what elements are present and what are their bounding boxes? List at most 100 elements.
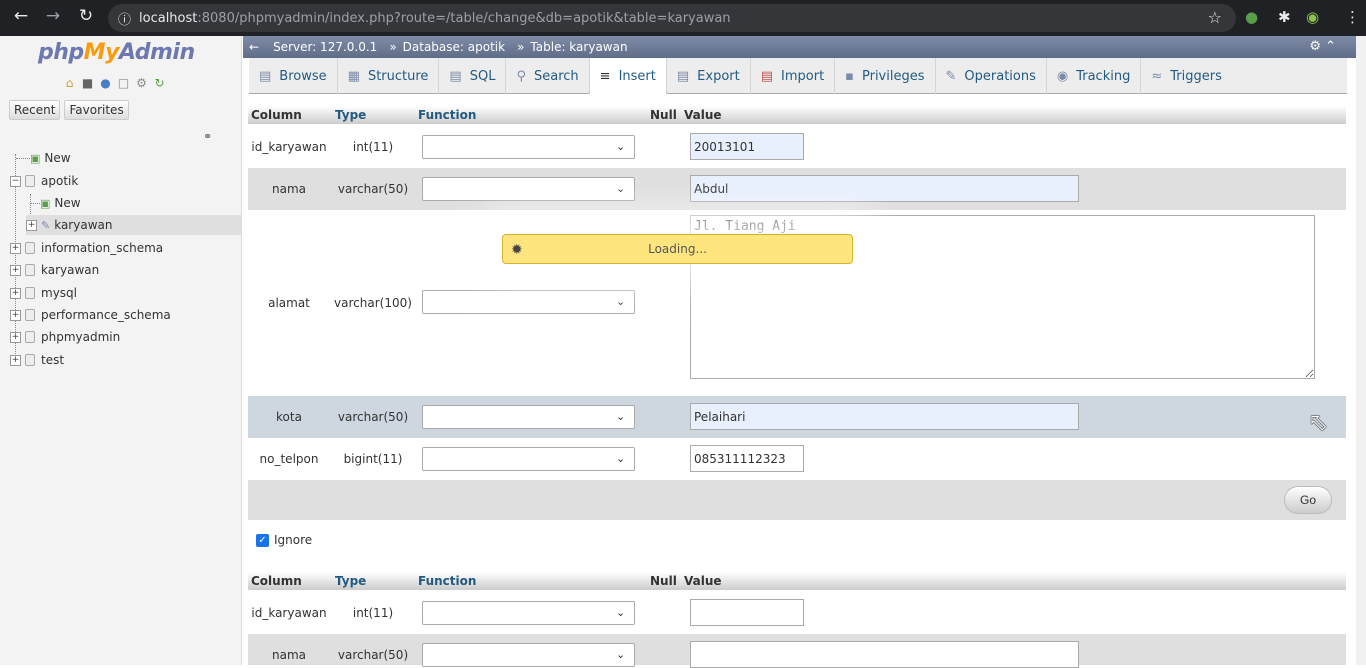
expand-icon[interactable]: + [10, 242, 21, 254]
tree-item-new[interactable]: ▣ New [14, 148, 71, 168]
collapse-nav-icon[interactable]: ← [249, 40, 259, 54]
triggers-icon: ≈ [1151, 68, 1163, 84]
import-icon: ▤ [760, 68, 774, 84]
settings-icon[interactable]: ⚙ [134, 76, 149, 91]
forward-icon[interactable]: → [38, 6, 68, 26]
tree-item-apotik-new[interactable]: ▣ New [30, 193, 81, 213]
column-type: bigint(11) [343, 452, 403, 466]
column-type: varchar(50) [337, 182, 409, 196]
export-icon: ▤ [676, 68, 690, 84]
function-select[interactable] [422, 135, 635, 159]
extension-icon[interactable]: ● [1245, 8, 1258, 26]
site-info-icon[interactable]: ⓘ [118, 9, 131, 28]
mouse-cursor-icon: ⬁ [1308, 408, 1329, 436]
tab-search[interactable]: ⚲ Search [506, 58, 590, 94]
value-input-nama[interactable] [690, 175, 1079, 202]
tab-operations[interactable]: ✎ Operations [936, 58, 1047, 94]
database-icon [25, 175, 35, 187]
docs-icon[interactable]: □ [116, 76, 131, 91]
tab-privileges[interactable]: ▪ Privileges [835, 58, 936, 94]
tab-import[interactable]: ▤ Import [751, 58, 836, 94]
value-input-no-telpon[interactable] [690, 445, 804, 472]
link-chain-icon[interactable]: ⚭ [203, 130, 212, 143]
favorites-tab[interactable]: Favorites [64, 100, 129, 120]
go-button[interactable]: Go [1284, 486, 1332, 514]
address-bar[interactable]: ⓘ localhost:8080/phpmyadmin/index.php?ro… [108, 4, 1236, 32]
tree-item-apotik[interactable]: − apotik [10, 171, 78, 191]
function-select[interactable] [422, 601, 635, 625]
phpmyadmin-logo[interactable]: phpMyAdmin [38, 40, 195, 65]
tab-insert[interactable]: ≡ Insert [589, 58, 667, 94]
tree-item-information-schema[interactable]: + information_schema [10, 238, 163, 258]
tab-structure[interactable]: ▦ Structure [338, 58, 440, 94]
menu-kebab-icon[interactable]: ⋮ [1345, 8, 1360, 26]
breadcrumb-database[interactable]: Database: apotik [403, 40, 505, 54]
logout-icon[interactable]: ■ [80, 76, 95, 91]
tab-tracking[interactable]: ◉ Tracking [1047, 58, 1142, 94]
collapse-icon[interactable]: − [10, 175, 21, 187]
home-icon[interactable]: ⌂ [62, 76, 77, 91]
breadcrumb-server[interactable]: Server: 127.0.0.1 [273, 40, 377, 54]
new-db-icon: ▣ [30, 151, 41, 165]
tree-item-performance-schema[interactable]: + performance_schema [10, 305, 171, 325]
column-type: varchar(50) [337, 410, 409, 424]
expand-icon[interactable]: + [10, 309, 21, 321]
table-row: no_telpon bigint(11) ⌄ [248, 438, 1346, 480]
go-bar: Go [248, 480, 1346, 520]
navigation-panel: phpMyAdmin ⌂ ■ ● □ ⚙ ↻ Recent Favorites … [0, 36, 242, 665]
function-select[interactable] [422, 447, 635, 471]
url-path: :8080/phpmyadmin/index.php?route=/table/… [197, 10, 731, 26]
tab-browse[interactable]: ▤ Browse [249, 58, 338, 94]
database-icon [25, 264, 35, 276]
help-icon[interactable]: ● [98, 76, 113, 91]
ignore-option[interactable]: ✓ Ignore [256, 533, 312, 547]
value-input-kota[interactable] [690, 403, 1079, 430]
value-input-id-karyawan[interactable] [690, 133, 804, 160]
ignore-checkbox[interactable]: ✓ [256, 533, 269, 547]
puzzle-extensions-icon[interactable]: ✱ [1278, 8, 1291, 26]
expand-icon[interactable]: + [10, 287, 21, 299]
breadcrumb-table[interactable]: Table: karyawan [530, 40, 627, 54]
tab-triggers[interactable]: ≈ Triggers [1141, 58, 1232, 94]
page-settings-icon[interactable]: ⚙ ⌃ [1309, 39, 1336, 54]
main-content: ← Server: 127.0.0.1 » Database: apotik »… [243, 36, 1366, 668]
tree-item-test[interactable]: + test [10, 350, 64, 370]
column-name: nama [271, 648, 306, 662]
tab-sql[interactable]: ▤ SQL [439, 58, 507, 94]
table-row: nama varchar(50) ⌄ [248, 168, 1346, 210]
loading-text: Loading... [648, 242, 707, 256]
insert-icon: ≡ [599, 68, 611, 84]
expand-icon[interactable]: + [10, 264, 21, 276]
ignore-label: Ignore [274, 533, 313, 547]
reload-nav-icon[interactable]: ↻ [152, 76, 167, 91]
reload-icon[interactable]: ↻ [71, 6, 101, 26]
tree-item-mysql[interactable]: + mysql [10, 283, 77, 303]
tree-item-phpmyadmin[interactable]: + phpmyadmin [10, 327, 120, 347]
tree-item-karyawan-db[interactable]: + karyawan [10, 260, 99, 280]
recent-tab[interactable]: Recent [9, 100, 61, 120]
expand-icon[interactable]: + [10, 354, 21, 366]
profile-avatar-icon[interactable]: ◉ [1306, 8, 1319, 26]
function-select[interactable] [422, 405, 635, 429]
database-icon [25, 309, 35, 321]
back-icon[interactable]: ← [6, 6, 36, 26]
tree-item-karyawan-table[interactable]: + ✎ karyawan [26, 215, 241, 235]
table-icon: ✎ [41, 218, 51, 232]
database-icon [25, 287, 35, 299]
function-select[interactable] [422, 643, 635, 667]
operations-icon: ✎ [945, 68, 957, 84]
value-input-nama-2[interactable] [690, 641, 1079, 668]
expand-icon[interactable]: + [26, 219, 37, 231]
bookmark-star-icon[interactable]: ☆ [1208, 8, 1222, 27]
tab-export[interactable]: ▤ Export [667, 58, 751, 94]
page-scrollbar[interactable] [1356, 36, 1366, 665]
database-icon [25, 331, 35, 343]
table-row: id_karyawan int(11) ⌄ [248, 592, 1346, 634]
column-name: no_telpon [259, 452, 319, 466]
function-select[interactable] [422, 177, 635, 201]
expand-icon[interactable]: + [10, 331, 21, 343]
table-header: Column Type Function Null Value [248, 572, 1346, 590]
function-select[interactable] [422, 290, 635, 314]
breadcrumb: ← Server: 127.0.0.1 » Database: apotik »… [243, 36, 1366, 58]
value-input-id-karyawan-2[interactable] [690, 599, 804, 626]
